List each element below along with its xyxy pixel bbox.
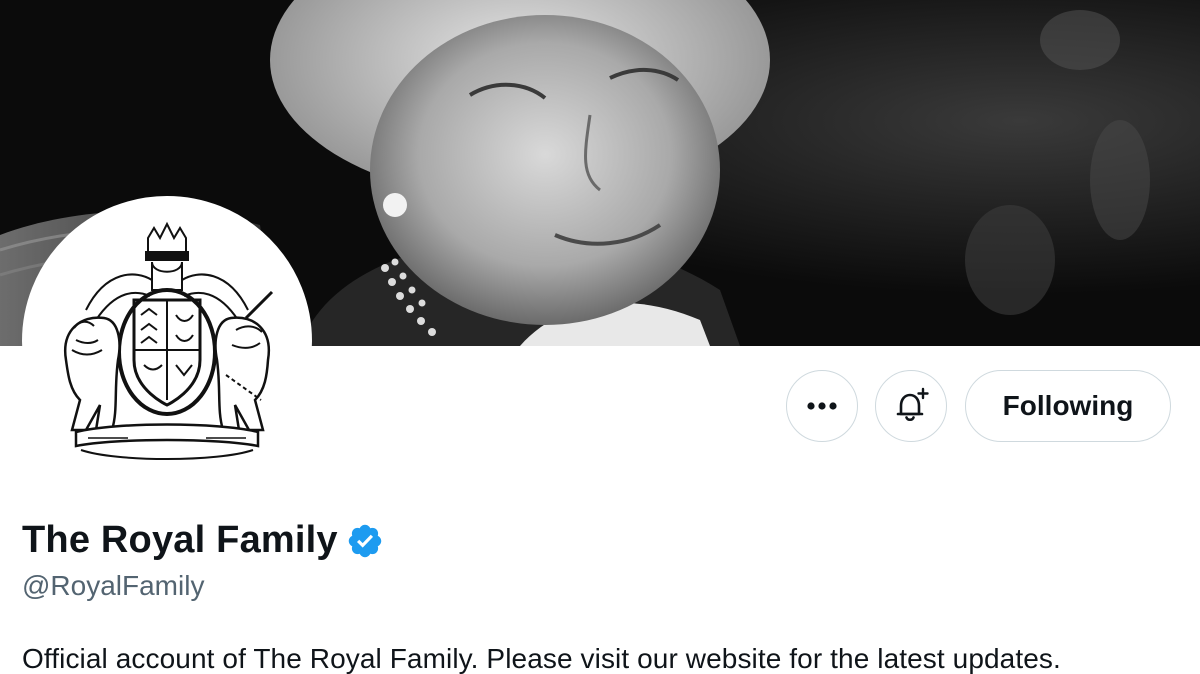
profile-bio: Official account of The Royal Family. Pl… bbox=[22, 643, 1061, 674]
ellipsis-icon bbox=[807, 402, 837, 410]
more-options-button[interactable] bbox=[786, 370, 858, 442]
royal-coat-of-arms-icon bbox=[63, 221, 274, 460]
profile-name-row: The Royal Family bbox=[22, 519, 384, 562]
profile-handle: @RoyalFamily bbox=[22, 570, 205, 601]
following-button[interactable]: Following bbox=[965, 370, 1171, 442]
profile-avatar[interactable] bbox=[22, 196, 312, 486]
notifications-button[interactable] bbox=[875, 370, 947, 442]
profile-page: Following The Royal Family @RoyalFamily … bbox=[0, 0, 1200, 674]
bell-plus-icon bbox=[896, 387, 929, 422]
verified-badge-icon bbox=[348, 524, 381, 557]
profile-display-name: The Royal Family bbox=[22, 519, 338, 561]
